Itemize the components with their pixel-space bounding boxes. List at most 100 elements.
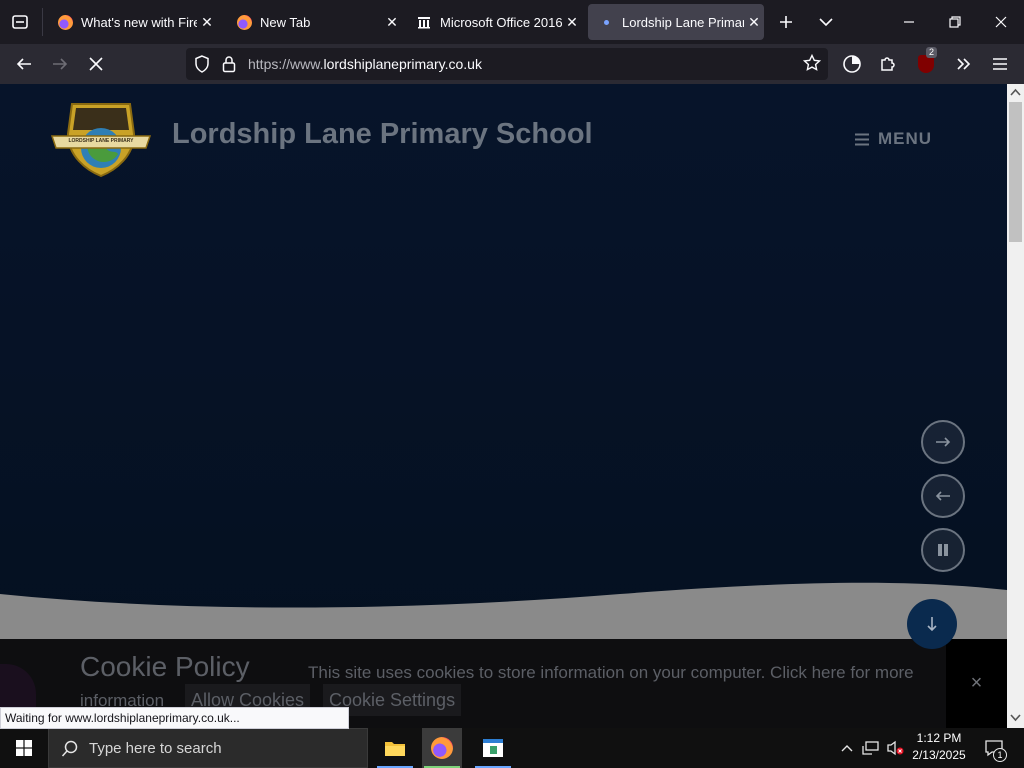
tab-lordship-lane[interactable]: Lordship Lane Primary S ✕ [588,4,764,40]
firefox-icon [236,14,252,30]
loading-dot-icon [598,14,614,30]
notification-count-badge: 1 [993,748,1007,762]
cookie-title: Cookie Policy [80,651,250,682]
arrow-left-icon [16,58,31,70]
slide-pause-button[interactable] [921,528,965,572]
list-all-tabs-button[interactable] [810,6,842,38]
puzzle-icon [881,57,895,71]
tab-overview-icon [12,15,28,29]
firefox-icon [431,737,453,759]
school-logo[interactable]: LORDSHIP LANE PRIMARY [50,100,152,178]
archive-icon [416,14,432,30]
tab-title: New Tab [260,14,311,30]
tab-microsoft-office[interactable]: Microsoft Office 2016 P ✕ [406,4,582,40]
scroll-down-button[interactable] [907,599,957,649]
app-icon [483,739,503,757]
web-page: LORDSHIP LANE PRIMARY Lordship Lane Prim… [0,84,1007,728]
menu-button[interactable]: MENU [854,129,932,149]
windows-taskbar: Type here to search 1:12 PM 2/13/2025 1 [0,728,1024,768]
url-bar[interactable]: https://www.lordshiplaneprimary.co.uk [186,48,828,80]
chevron-up-icon [841,745,853,752]
back-button[interactable] [8,48,40,80]
scroll-down-icon[interactable] [1010,714,1021,722]
tab-strip: What's new with Firefox ✕ New Tab ✕ Micr… [0,0,1024,44]
action-center-button[interactable]: 1 [980,728,1008,768]
tab-whats-new[interactable]: What's new with Firefox ✕ [47,4,217,40]
volume-muted-icon [887,740,904,756]
search-icon [61,740,78,757]
new-tab-button[interactable] [770,6,802,38]
scroll-up-icon[interactable] [1010,88,1021,96]
taskbar-clock[interactable]: 1:12 PM 2/13/2025 [908,730,970,764]
taskbar-search-box[interactable]: Type here to search [48,728,368,768]
extension-badge: 2 [926,47,938,58]
hamburger-icon [855,133,869,145]
cookie-close-button[interactable]: × [946,639,1007,728]
slide-next-button[interactable] [921,420,965,464]
show-hidden-icons-button[interactable] [838,728,856,768]
network-icon [862,741,879,755]
stop-icon [89,57,103,71]
volume-button[interactable] [884,728,906,768]
close-tab-icon[interactable]: ✕ [197,14,217,31]
lock-icon[interactable] [222,55,236,76]
arrow-right-icon [936,437,951,447]
restore-icon [949,16,961,28]
url-domain: lordshiplaneprimary.co.uk [323,56,482,72]
tab-title: What's new with Firefox [81,14,197,30]
extensions-button[interactable] [872,48,904,80]
app-taskbar-button[interactable] [473,728,513,768]
clock-time: 1:12 PM [916,731,962,745]
tab-title: Microsoft Office 2016 P [440,14,562,30]
plus-icon [780,16,792,28]
clock-date: 2/13/2025 [912,748,966,762]
slide-prev-button[interactable] [921,474,965,518]
close-icon [995,16,1007,28]
file-explorer-taskbar-button[interactable] [375,728,415,768]
status-panel: Waiting for www.lordshiplaneprimary.co.u… [0,707,349,729]
close-tab-icon[interactable]: ✕ [562,14,582,31]
tab-new-tab[interactable]: New Tab ✕ [226,4,402,40]
arrow-left-icon [935,491,950,501]
app-menu-button[interactable] [984,48,1016,80]
ublock-extension-button[interactable]: 2 [910,47,942,80]
tab-separator [42,8,43,36]
close-tab-icon[interactable]: ✕ [744,14,764,31]
pause-icon [938,544,948,556]
tracking-protection-icon[interactable] [194,55,210,76]
site-title[interactable]: Lordship Lane Primary School [172,118,593,151]
arrow-down-icon [927,617,937,632]
search-placeholder: Type here to search [89,740,222,757]
forward-button[interactable] [44,48,76,80]
cookie-message[interactable]: This site uses cookies to store informat… [308,663,914,683]
url-prefix: https://www. [248,56,324,72]
url-text[interactable]: https://www.lordshiplaneprimary.co.uk [248,56,482,72]
sync-button[interactable] [836,48,868,80]
logo-banner-text: LORDSHIP LANE PRIMARY [68,138,134,144]
menu-label: MENU [878,129,933,148]
close-tab-icon[interactable]: ✕ [382,14,402,31]
minimize-icon [904,21,914,23]
scrollbar-thumb[interactable] [1009,102,1022,242]
firefox-taskbar-button[interactable] [422,728,462,768]
stop-loading-button[interactable] [80,48,112,80]
firefox-icon [57,14,73,30]
sync-icon [843,55,861,73]
network-button[interactable] [860,728,882,768]
navigation-toolbar: https://www.lordshiplaneprimary.co.uk 2 [0,44,1024,84]
bookmark-star-icon[interactable] [802,53,822,75]
hamburger-icon [993,58,1007,70]
tab-title: Lordship Lane Primary S [622,14,744,30]
more-tools-button[interactable] [948,48,980,80]
folder-icon [385,742,405,756]
restore-button[interactable] [939,6,971,38]
double-chevron-right-icon [957,58,971,70]
chevron-down-icon [819,18,833,27]
minimize-button[interactable] [893,6,925,38]
windows-logo-icon [16,740,32,756]
arrow-right-icon [53,58,68,70]
close-window-button[interactable] [985,6,1017,38]
ublock-shield-icon: 2 [918,47,938,73]
tab-overview-button[interactable] [4,6,36,38]
start-button[interactable] [4,728,44,768]
